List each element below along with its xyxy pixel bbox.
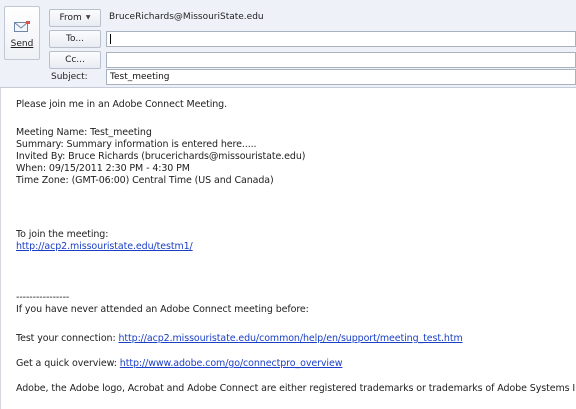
cc-button[interactable]: Cc... — [49, 51, 101, 69]
to-button[interactable]: To... — [49, 30, 101, 48]
when-text: When: 09/15/2011 2:30 PM - 4:30 PM — [16, 163, 190, 174]
send-label: Send — [10, 39, 34, 49]
from-button[interactable]: From ▼ — [49, 9, 101, 27]
send-envelope-icon — [14, 21, 30, 32]
overview-line: Get a quick overview: http://www.adobe.c… — [16, 358, 342, 369]
divider-text: ---------------- — [16, 292, 70, 303]
from-label: From — [59, 13, 82, 23]
test-connection-link[interactable]: http://acp2.missouristate.edu/common/hel… — [118, 333, 462, 344]
trademark-text: Adobe, the Adobe logo, Acrobat and Adobe… — [16, 383, 576, 394]
time-zone-text: Time Zone: (GMT-06:00) Central Time (US … — [16, 175, 274, 186]
summary-text: Summary: Summary information is entered … — [16, 139, 257, 150]
overview-link[interactable]: http://www.adobe.com/go/connectpro_overv… — [120, 358, 343, 369]
join-label: To join the meeting: — [16, 229, 109, 240]
overview-label: Get a quick overview: — [16, 358, 120, 369]
subject-field[interactable]: Test_meeting — [106, 69, 576, 85]
cc-field[interactable] — [106, 52, 576, 68]
from-address: BruceRichards@MissouriState.edu — [109, 12, 264, 22]
join-link[interactable]: http://acp2.missouristate.edu/testm1/ — [16, 241, 193, 252]
text-caret — [110, 34, 111, 44]
message-body[interactable]: Please join me in an Adobe Connect Meeti… — [0, 88, 576, 409]
subject-field-value: Test_meeting — [110, 72, 170, 82]
never-attended-text: If you have never attended an Adobe Conn… — [16, 304, 309, 315]
invited-by-text: Invited By: Bruce Richards (brucerichard… — [16, 151, 306, 162]
send-button[interactable]: Send — [4, 6, 40, 60]
intro-text: Please join me in an Adobe Connect Meeti… — [16, 99, 228, 110]
to-field[interactable] — [106, 31, 576, 47]
body-edge — [0, 88, 1, 409]
meeting-name-text: Meeting Name: Test_meeting — [16, 127, 152, 138]
subject-label: Subject: — [51, 72, 88, 82]
message-header: Send From ▼ BruceRichards@MissouriState.e… — [0, 0, 576, 88]
test-connection-label: Test your connection: — [16, 333, 119, 344]
chevron-down-icon: ▼ — [85, 14, 91, 21]
test-connection-line: Test your connection: http://acp2.missou… — [16, 333, 463, 344]
